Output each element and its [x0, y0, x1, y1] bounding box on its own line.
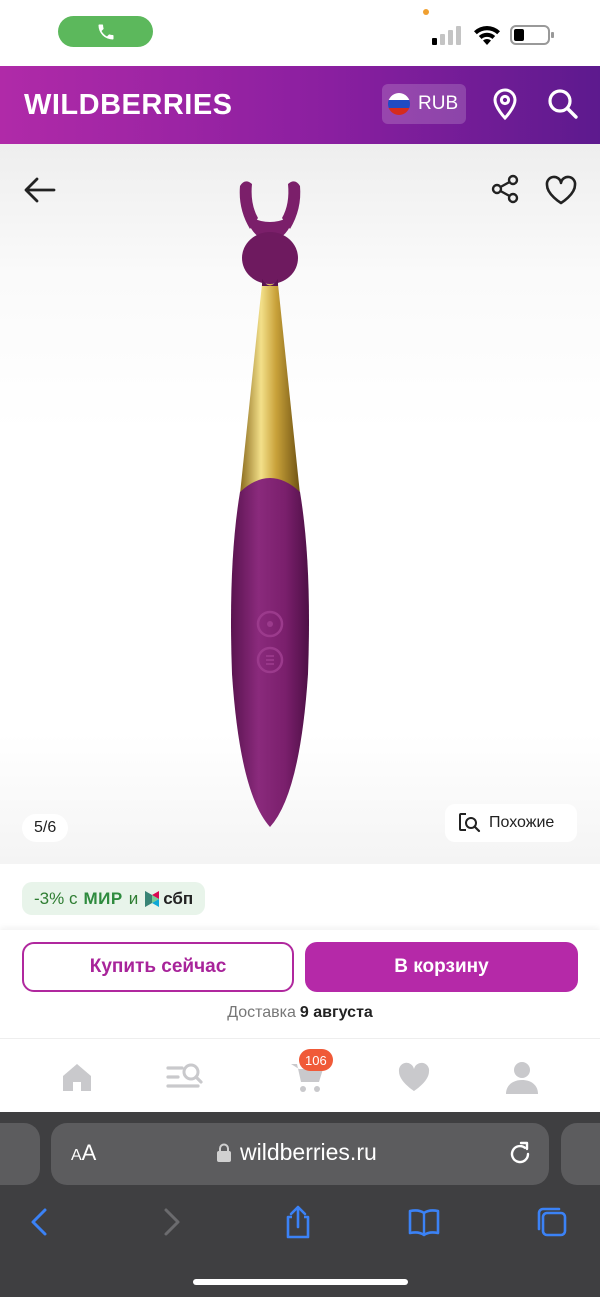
purchase-bar: Купить сейчас В корзину Доставка 9 август…	[0, 930, 600, 1038]
phone-icon	[98, 24, 113, 39]
similar-label: Похожие	[489, 814, 555, 831]
similar-search-icon	[459, 813, 481, 833]
sbp-logo: сбп	[144, 889, 193, 909]
share-icon[interactable]	[488, 172, 522, 206]
aa-small: A	[71, 1147, 82, 1164]
privacy-indicator	[423, 9, 429, 15]
back-arrow-icon[interactable]	[20, 170, 60, 210]
url-display[interactable]: wildberries.ru	[216, 1139, 377, 1166]
delivery-label: Доставка	[227, 1004, 296, 1021]
browser-chrome: AA wildberries.ru	[0, 1112, 600, 1297]
currency-label: RUB	[418, 93, 459, 114]
buy-now-button[interactable]: Купить сейчас	[22, 942, 294, 992]
sbp-icon	[145, 890, 160, 907]
wifi-icon	[474, 26, 500, 45]
next-tab-preview[interactable]	[561, 1123, 600, 1185]
location-pin-icon[interactable]	[487, 86, 523, 122]
reader-settings-button[interactable]: AA	[71, 1140, 96, 1166]
product-gallery[interactable]: 5/6 Похожие	[0, 144, 600, 864]
nav-profile[interactable]	[502, 1057, 542, 1097]
home-icon	[63, 1064, 91, 1091]
status-bar	[0, 0, 600, 66]
home-indicator[interactable]	[193, 1279, 408, 1285]
bottom-navigation: 106	[0, 1038, 600, 1112]
bookmarks-icon[interactable]	[406, 1204, 442, 1240]
nav-catalog[interactable]	[165, 1057, 205, 1097]
image-counter: 5/6	[22, 814, 69, 842]
delivery-date: 9 августа	[299, 1004, 373, 1021]
aa-large: A	[81, 1140, 97, 1165]
cellular-signal-icon	[432, 25, 464, 45]
cart-count-badge: 106	[299, 1049, 333, 1071]
app-header: WILDBERRIES RUB	[0, 66, 600, 144]
mir-logo: МИР	[83, 888, 123, 908]
discount-text: -3% с	[34, 888, 78, 908]
product-image[interactable]	[200, 174, 340, 834]
wildberries-logo[interactable]: WILDBERRIES	[24, 89, 233, 122]
browser-back-icon[interactable]	[22, 1204, 58, 1240]
favorites-heart-icon	[398, 1062, 430, 1091]
active-call-pill[interactable]	[58, 16, 153, 47]
url-text: wildberries.ru	[240, 1139, 377, 1165]
currency-selector[interactable]: RUB	[382, 84, 466, 124]
payment-discount-badge[interactable]: -3% с МИР и сбп	[22, 882, 206, 915]
lock-icon	[217, 1143, 231, 1162]
nav-home[interactable]	[57, 1057, 97, 1097]
delivery-info: Доставка 9 августа	[0, 1004, 600, 1022]
and-text: и	[128, 888, 139, 908]
battery-icon	[510, 25, 554, 45]
previous-tab-preview[interactable]	[0, 1123, 40, 1185]
address-bar[interactable]: AA wildberries.ru	[51, 1123, 549, 1185]
reload-icon[interactable]	[506, 1140, 534, 1168]
heart-icon[interactable]	[543, 172, 579, 208]
sbp-label: сбп	[163, 888, 194, 908]
catalog-search-icon	[166, 1063, 203, 1088]
similar-button[interactable]: Похожие	[445, 804, 577, 842]
add-to-cart-button[interactable]: В корзину	[305, 942, 578, 992]
profile-icon	[506, 1062, 538, 1094]
product-page: WILDBERRIES RUB 5/6 Похожие -3% с МИР и …	[0, 0, 600, 1297]
browser-forward-icon	[164, 1208, 180, 1236]
search-icon[interactable]	[545, 86, 581, 122]
share-sheet-icon[interactable]	[280, 1204, 316, 1240]
tabs-icon[interactable]	[534, 1204, 570, 1240]
nav-favorites[interactable]	[394, 1057, 434, 1097]
russia-flag-icon	[388, 93, 410, 115]
